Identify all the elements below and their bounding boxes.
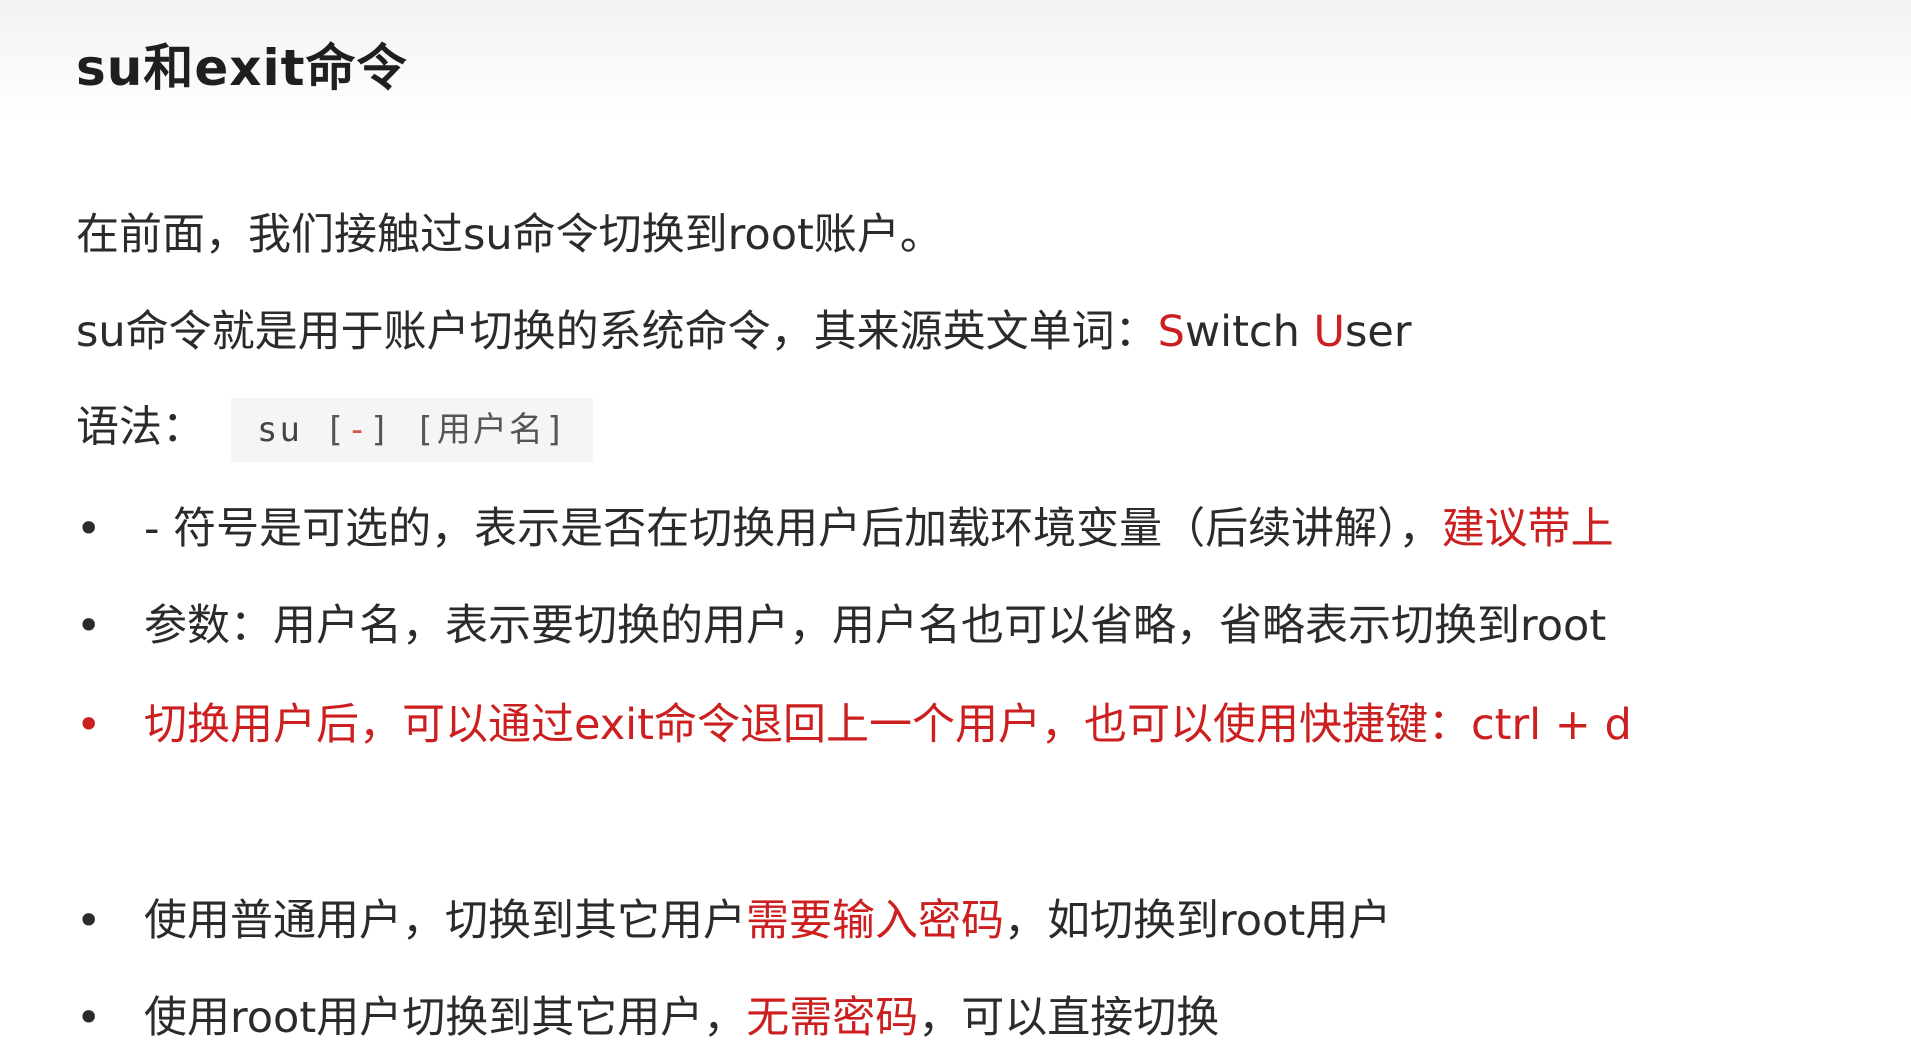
bullet-dot-icon: •: [76, 896, 102, 946]
bullet-root-user: • 使用root用户切换到其它用户，无需密码，可以直接切换: [76, 990, 1219, 1046]
syntax-code-block: su [-] [用户名]: [231, 398, 594, 462]
bullet-dash-option: • - 符号是可选的，表示是否在切换用户后加载环境变量（后续讲解），建议带上: [76, 501, 1614, 557]
intro-line-2-text: su命令就是用于账户切换的系统命令，其来源英文单词：: [76, 307, 1158, 357]
bullet-2-text: 参数：用户名，表示要切换的用户，用户名也可以省略，省略表示切换到root: [144, 601, 1607, 651]
bullet-exit-shortcut: • 切换用户后，可以通过exit命令退回上一个用户，也可以使用快捷键：ctrl +…: [76, 697, 1632, 753]
switch-rest: witch: [1184, 307, 1314, 357]
bullet-dot-icon: •: [76, 601, 102, 651]
bullet-dot-icon: •: [76, 504, 102, 554]
bullet-4-text: 使用普通用户，切换到其它用户: [144, 896, 746, 946]
bullet-normal-user: • 使用普通用户，切换到其它用户需要输入密码，如切换到root用户: [76, 893, 1391, 949]
user-rest: ser: [1344, 307, 1412, 357]
bullet-dot-icon: •: [76, 993, 102, 1043]
intro-line-2: su命令就是用于账户切换的系统命令，其来源英文单词：Switch User: [76, 304, 1412, 360]
bullet-dot-icon: •: [76, 700, 102, 750]
bullet-4-tail: ，如切换到root用户: [1004, 896, 1392, 946]
bullet-5-text: 使用root用户切换到其它用户，: [144, 993, 747, 1043]
bullet-3-text: 切换用户后，可以通过exit命令退回上一个用户，也可以使用快捷键：ctrl + …: [144, 700, 1632, 750]
syntax-opt-open: [: [324, 410, 347, 450]
page-title: su和exit命令: [76, 39, 408, 97]
syntax-opt-dash: -: [346, 410, 370, 450]
bullet-5-tail: ，可以直接切换: [918, 993, 1220, 1043]
bullet-4-highlight: 需要输入密码: [746, 896, 1004, 946]
bullet-1-text: - 符号是可选的，表示是否在切换用户后加载环境变量（后续讲解），: [144, 504, 1442, 554]
user-initial-u: U: [1313, 307, 1345, 357]
syntax-row: 语法： su [-] [用户名]: [76, 398, 594, 462]
syntax-user-arg: [用户名]: [414, 410, 568, 450]
syntax-cmd: su: [257, 410, 302, 450]
bullet-1-highlight: 建议带上: [1441, 504, 1614, 554]
syntax-opt-close: ]: [369, 410, 392, 450]
switch-initial-s: S: [1157, 307, 1185, 357]
syntax-label: 语法：: [76, 402, 205, 453]
intro-line-1: 在前面，我们接触过su命令切换到root账户。: [76, 210, 943, 260]
bullet-username-param: • 参数：用户名，表示要切换的用户，用户名也可以省略，省略表示切换到root: [76, 598, 1606, 654]
bullet-5-highlight: 无需密码: [746, 993, 919, 1043]
